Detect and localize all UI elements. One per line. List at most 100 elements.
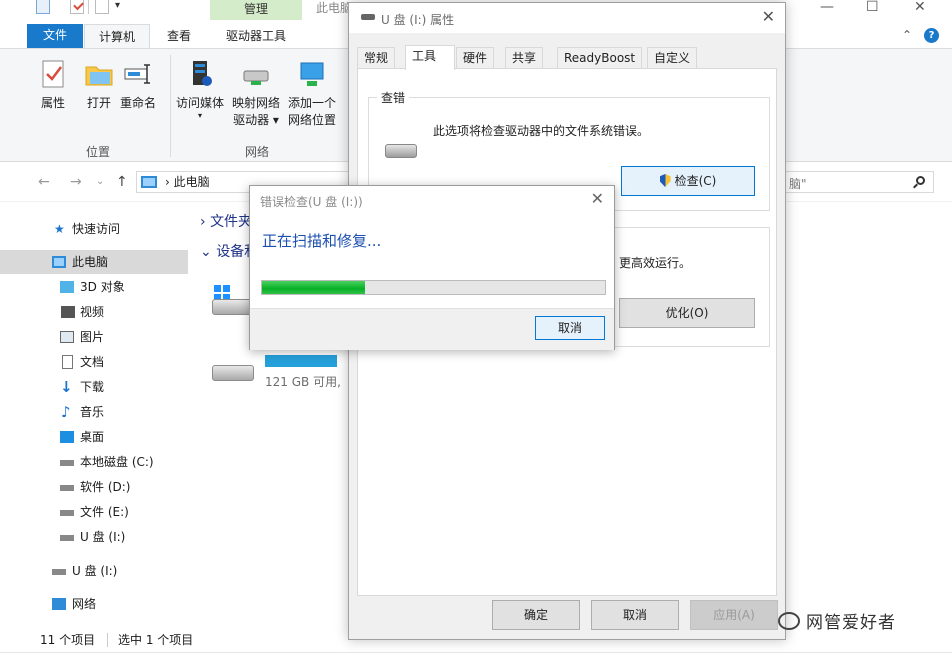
search-text: 脑" [789, 177, 807, 191]
nav-drive-e[interactable]: 文件 (E:) [0, 500, 188, 524]
recent-dropdown-icon[interactable]: ⌄ [96, 176, 104, 187]
folders-section-header[interactable]: › 文件夹 [200, 211, 252, 231]
usb-drive-icon [52, 569, 66, 575]
ribbon-collapse-icon[interactable]: ⌃ [902, 28, 912, 42]
pc-icon[interactable] [36, 0, 50, 14]
cancel-scan-button[interactable]: 取消 [535, 316, 605, 340]
rename-label: 重命名 [120, 96, 157, 110]
dialog-title-bar: U 盘 (I:) 属性 ✕ [349, 3, 785, 33]
group-title: 查错 [377, 89, 410, 106]
nav-network[interactable]: 网络 [0, 592, 188, 616]
nav-usb-drive-i[interactable]: U 盘 (I:) [0, 525, 188, 549]
document-icon [62, 355, 73, 369]
picture-icon [60, 331, 74, 343]
network-location-icon [297, 59, 327, 89]
dialog-title: 错误检查(U 盘 (I:)) [260, 195, 363, 209]
nav-label: 桌面 [80, 430, 105, 444]
nav-label: 下载 [80, 380, 105, 394]
rename-button[interactable]: 重命名 [120, 59, 156, 112]
tab-general[interactable]: 常规 [357, 47, 396, 69]
nav-label: 快速访问 [72, 222, 121, 236]
nav-downloads[interactable]: ↓ 下载 [0, 375, 188, 399]
item-count: 11 个项目 [40, 633, 96, 647]
local-disk-icon[interactable] [212, 299, 254, 315]
search-input[interactable]: 脑" [784, 171, 934, 193]
minimize-button[interactable]: — [820, 0, 834, 14]
nav-quick-access[interactable]: ★ 快速访问 [0, 217, 188, 241]
scan-status-heading: 正在扫描和修复... [262, 232, 382, 250]
cancel-button[interactable]: 取消 [591, 600, 679, 630]
tab-view[interactable]: 查看 [158, 24, 200, 48]
star-icon: ★ [54, 222, 65, 236]
optimize-button[interactable]: 优化(O) [619, 298, 755, 328]
desktop-icon [60, 431, 74, 443]
up-arrow-icon[interactable]: ↑ [116, 174, 128, 190]
nav-documents[interactable]: 文档 [0, 350, 188, 374]
close-button[interactable]: ✕ [914, 0, 926, 14]
nav-music[interactable]: ♪ 音乐 [0, 400, 188, 424]
pc-icon [141, 176, 157, 188]
tab-file[interactable]: 文件 [27, 24, 83, 48]
breadcrumb-this-pc[interactable]: 此电脑 [174, 175, 210, 189]
search-icon[interactable] [916, 176, 925, 185]
properties-button[interactable]: 属性 [38, 59, 68, 112]
scan-progress-bar [261, 280, 606, 295]
network-icon [52, 598, 66, 610]
tab-computer[interactable]: 计算机 [84, 24, 150, 48]
add-location-label-2: 网络位置 [288, 113, 337, 127]
tab-hardware[interactable]: 硬件 [456, 47, 495, 69]
manage-context-tab[interactable]: 管理 [210, 0, 302, 20]
group-label-network: 网络 [245, 145, 270, 159]
check-button[interactable]: 检查(C) [621, 166, 755, 196]
film-icon [61, 306, 75, 318]
chevron-down-icon[interactable]: ▾ [115, 0, 120, 11]
usb-drive-icon [361, 14, 375, 20]
ok-button[interactable]: 确定 [492, 600, 580, 630]
media-access-button[interactable]: 访问媒体 ▾ [176, 59, 224, 120]
progress-fill [262, 281, 365, 294]
properties-quick-icon[interactable] [70, 0, 84, 14]
folders-header-label: 文件夹 [210, 214, 253, 230]
nav-label: 视频 [80, 305, 105, 319]
window-bottom-edge [0, 652, 952, 665]
add-network-location-button[interactable]: 添加一个 网络位置 [288, 59, 336, 129]
nav-desktop[interactable]: 桌面 [0, 425, 188, 449]
drive-free-space: 121 GB 可用, [265, 375, 341, 389]
pc-icon [52, 256, 66, 268]
media-server-icon [185, 59, 215, 89]
tab-sharing[interactable]: 共享 [505, 47, 544, 69]
divider [88, 0, 89, 14]
nav-label: 文档 [80, 355, 105, 369]
nav-label: U 盘 (I:) [72, 564, 118, 578]
divider [107, 633, 108, 647]
tab-tools[interactable]: 工具 [405, 45, 455, 70]
watermark-text: 网管爱好者 [806, 613, 896, 633]
back-arrow-icon[interactable]: ← [38, 174, 50, 190]
nav-local-disk-c[interactable]: 本地磁盘 (C:) [0, 450, 188, 474]
folder-open-icon [84, 59, 114, 89]
drive-icon [385, 144, 417, 158]
help-icon[interactable]: ? [924, 28, 939, 43]
map-drive-label-1: 映射网络 [232, 96, 281, 110]
new-folder-quick-icon[interactable] [95, 0, 109, 14]
nav-usb-drive-root[interactable]: U 盘 (I:) [0, 559, 188, 583]
shield-icon [659, 174, 671, 187]
open-button[interactable]: 打开 [84, 59, 114, 112]
tab-customize[interactable]: 自定义 [647, 47, 698, 69]
apply-button[interactable]: 应用(A) [690, 600, 778, 630]
nav-3d-objects[interactable]: 3D 对象 [0, 275, 188, 299]
map-network-drive-button[interactable]: 映射网络 驱动器 ▾ [232, 59, 280, 129]
tab-drive-tools[interactable]: 驱动器工具 [210, 24, 302, 48]
maximize-button[interactable]: ☐ [866, 0, 879, 14]
drive-icon[interactable] [212, 365, 254, 381]
nav-drive-d[interactable]: 软件 (D:) [0, 475, 188, 499]
navigation-pane: ★ 快速访问 此电脑 3D 对象 视频 图片 文档 ↓ 下载 ♪ 音乐 桌面 本… [0, 205, 190, 625]
usb-drive-icon [60, 535, 74, 541]
forward-arrow-icon[interactable]: → [70, 174, 82, 190]
tab-readyboost[interactable]: ReadyBoost [557, 47, 643, 69]
nav-pictures[interactable]: 图片 [0, 325, 188, 349]
nav-videos[interactable]: 视频 [0, 300, 188, 324]
nav-this-pc[interactable]: 此电脑 [0, 250, 188, 274]
close-icon[interactable]: ✕ [762, 7, 775, 26]
close-icon[interactable]: ✕ [591, 189, 604, 208]
